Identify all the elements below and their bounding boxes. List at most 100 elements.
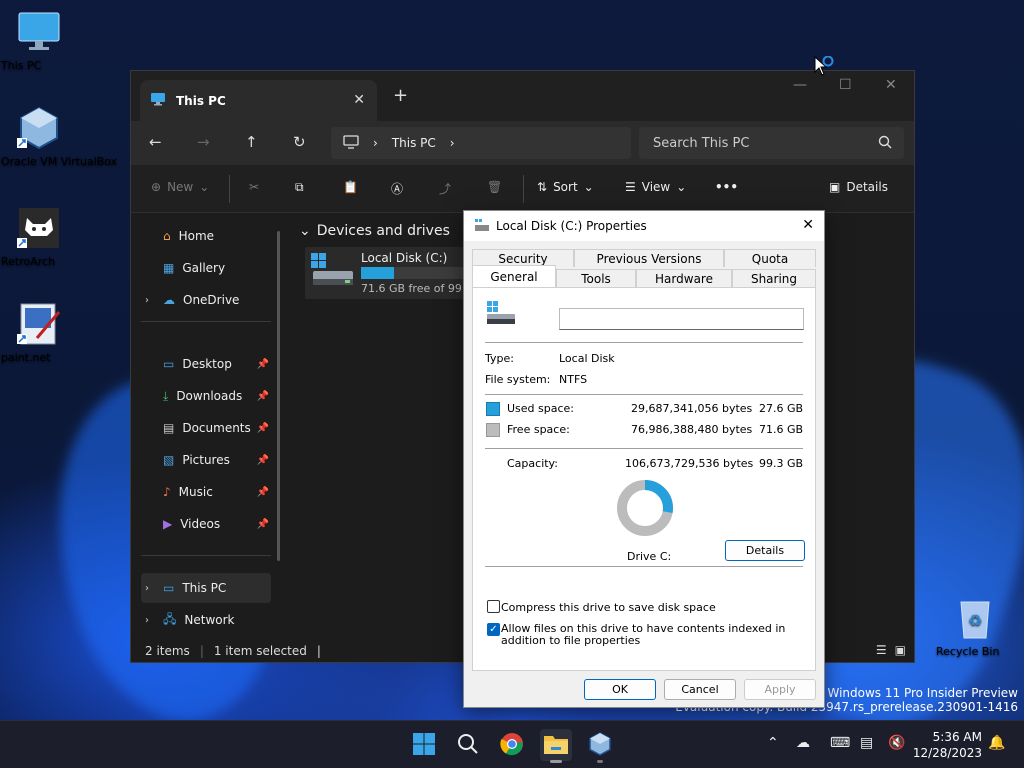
tab-tools[interactable]: Tools: [556, 269, 636, 287]
ok-button[interactable]: OK: [584, 679, 656, 700]
chevron-right-icon[interactable]: ›: [145, 295, 149, 306]
sidebar-item-downloads[interactable]: ⤓ Downloads 📌: [141, 381, 271, 411]
pin-icon: 📌: [256, 390, 269, 402]
refresh-icon[interactable]: ↻: [293, 133, 306, 151]
share-icon[interactable]: ⤴: [439, 180, 451, 197]
notification-bell-icon[interactable]: 🔔: [988, 735, 1005, 751]
chevron-right-icon[interactable]: ›: [145, 615, 149, 626]
sidebar-item-desktop[interactable]: ▭ Desktop 📌: [141, 349, 271, 379]
chrome-taskbar-button[interactable]: [496, 729, 528, 761]
general-tab-panel: Type: Local Disk File system: NTFS Used …: [472, 287, 816, 671]
view-button[interactable]: ☰ View ⌄: [625, 180, 686, 194]
plus-circle-icon: ⊕: [151, 180, 162, 194]
volume-name-input[interactable]: [559, 308, 804, 330]
tab-label: This PC: [176, 93, 226, 108]
desktop-icon-this-pc[interactable]: This PC: [1, 10, 77, 72]
compress-checkbox[interactable]: [487, 600, 500, 613]
copy-icon[interactable]: ⧉: [295, 180, 304, 195]
sidebar-item-videos[interactable]: ▶ Videos 📌: [141, 509, 271, 539]
desktop-icon-label: This PC: [1, 59, 42, 72]
rename-icon[interactable]: Ⓐ: [391, 180, 403, 197]
cloud-offline-icon[interactable]: ☁: [796, 735, 810, 751]
sidebar-item-this-pc[interactable]: › ▭ This PC: [141, 573, 271, 603]
tab-hardware[interactable]: Hardware: [636, 269, 732, 287]
desktop-icon-label: RetroArch: [1, 255, 56, 268]
back-arrow-icon[interactable]: ←: [149, 133, 162, 151]
divider: |: [199, 644, 204, 658]
new-tab-button[interactable]: +: [393, 85, 408, 106]
cut-icon[interactable]: ✂: [249, 180, 259, 194]
tray-app-icon[interactable]: ▤: [860, 735, 873, 751]
sidebar-item-documents[interactable]: ▤ Documents 📌: [141, 413, 271, 443]
sidebar-item-home[interactable]: ⌂ Home: [141, 221, 271, 251]
sidebar-item-onedrive[interactable]: › ☁ OneDrive: [141, 285, 271, 315]
up-arrow-icon[interactable]: ↑: [245, 133, 258, 151]
details-pane-button[interactable]: ▣ Details: [829, 180, 888, 194]
divider: |: [316, 644, 321, 658]
sidebar-item-gallery[interactable]: ▦ Gallery: [141, 253, 271, 283]
sidebar-item-label: Music: [178, 485, 213, 499]
tiles-view-icon[interactable]: ▣: [895, 643, 906, 657]
file-explorer-taskbar-button[interactable]: [540, 729, 572, 763]
cancel-button[interactable]: Cancel: [664, 679, 736, 700]
chevron-right-icon[interactable]: ›: [145, 583, 149, 594]
index-checkbox[interactable]: ✓: [487, 623, 500, 636]
drive-icon: [474, 218, 490, 235]
free-space-swatch: [486, 423, 500, 437]
chevron-down-icon: ⌄: [299, 223, 311, 239]
new-button[interactable]: ⊕ New ⌄: [151, 180, 209, 194]
section-header[interactable]: ⌄ Devices and drives: [299, 223, 450, 239]
start-button[interactable]: [408, 729, 440, 761]
desktop-icon-virtualbox[interactable]: Oracle VM VirtualBox: [1, 106, 117, 168]
close-icon[interactable]: ✕: [802, 217, 814, 233]
desktop-icon-label: paint.net: [1, 351, 51, 364]
virtualbox-taskbar-button[interactable]: [584, 729, 616, 763]
volume-muted-icon[interactable]: 🔇: [888, 735, 905, 751]
dialog-titlebar: Local Disk (C:) Properties ✕: [464, 211, 824, 241]
item-count: 2 items: [145, 644, 190, 658]
network-icon: 🖧: [163, 611, 177, 626]
chevron-right-icon[interactable]: ›: [450, 136, 455, 150]
address-input[interactable]: › This PC ›: [331, 127, 631, 159]
search-taskbar-button[interactable]: [452, 729, 484, 761]
details-view-icon[interactable]: ☰: [876, 643, 887, 657]
sidebar-item-network[interactable]: › 🖧 Network: [141, 605, 271, 635]
keyboard-icon[interactable]: ⌨: [830, 735, 850, 751]
retroarch-icon: [17, 206, 61, 250]
apply-button[interactable]: Apply: [744, 679, 816, 700]
tab-this-pc[interactable]: This PC ✕: [140, 80, 377, 121]
close-button[interactable]: ✕: [885, 77, 897, 93]
search-input[interactable]: Search This PC: [639, 127, 904, 159]
tab-sharing[interactable]: Sharing: [732, 269, 816, 287]
clock-time: 5:36 AM: [932, 730, 982, 744]
tab-previous-versions[interactable]: Previous Versions: [574, 249, 724, 267]
forward-arrow-icon[interactable]: →: [197, 133, 210, 151]
sidebar-scrollbar[interactable]: [277, 231, 280, 561]
type-label: Type:: [485, 352, 514, 365]
tab-general[interactable]: General: [472, 265, 556, 287]
busy-cursor: [814, 55, 844, 81]
breadcrumb-this-pc[interactable]: This PC: [392, 136, 436, 150]
sidebar-item-label: Gallery: [182, 261, 226, 275]
sidebar-item-label: Home: [178, 229, 215, 243]
delete-icon[interactable]: 🗑: [487, 180, 502, 194]
taskbar-clock[interactable]: 5:36 AM 12/28/2023: [910, 729, 982, 761]
taskbar: ⌃ ☁ ⌨ ▤ 🔇 5:36 AM 12/28/2023 🔔: [0, 720, 1024, 768]
desktop-icon-recycle-bin[interactable]: ♻ Recycle Bin: [936, 596, 1014, 658]
minimize-button[interactable]: —: [793, 77, 807, 93]
sidebar-item-pictures[interactable]: ▧ Pictures 📌: [141, 445, 271, 475]
drive-tile-c[interactable]: Local Disk (C:) 71.6 GB free of 99.3 GB: [305, 247, 492, 299]
details-button[interactable]: Details: [725, 540, 805, 561]
recycle-bin-icon: ♻: [953, 596, 997, 640]
sidebar-item-music[interactable]: ♪ Music 📌: [141, 477, 271, 507]
desktop-icon-retroarch[interactable]: RetroArch: [1, 206, 77, 268]
paste-icon[interactable]: 📋: [343, 180, 358, 194]
search-icon: [878, 135, 892, 153]
sort-button[interactable]: ⇅ Sort ⌄: [537, 180, 594, 194]
tab-quota[interactable]: Quota: [724, 249, 816, 267]
more-options-icon[interactable]: •••: [715, 180, 738, 194]
desktop-icon-paint-net[interactable]: paint.net: [1, 302, 77, 364]
chevron-up-icon[interactable]: ⌃: [767, 735, 779, 751]
close-tab-icon[interactable]: ✕: [353, 92, 365, 108]
desktop-icon-label: Oracle VM VirtualBox: [1, 155, 118, 168]
